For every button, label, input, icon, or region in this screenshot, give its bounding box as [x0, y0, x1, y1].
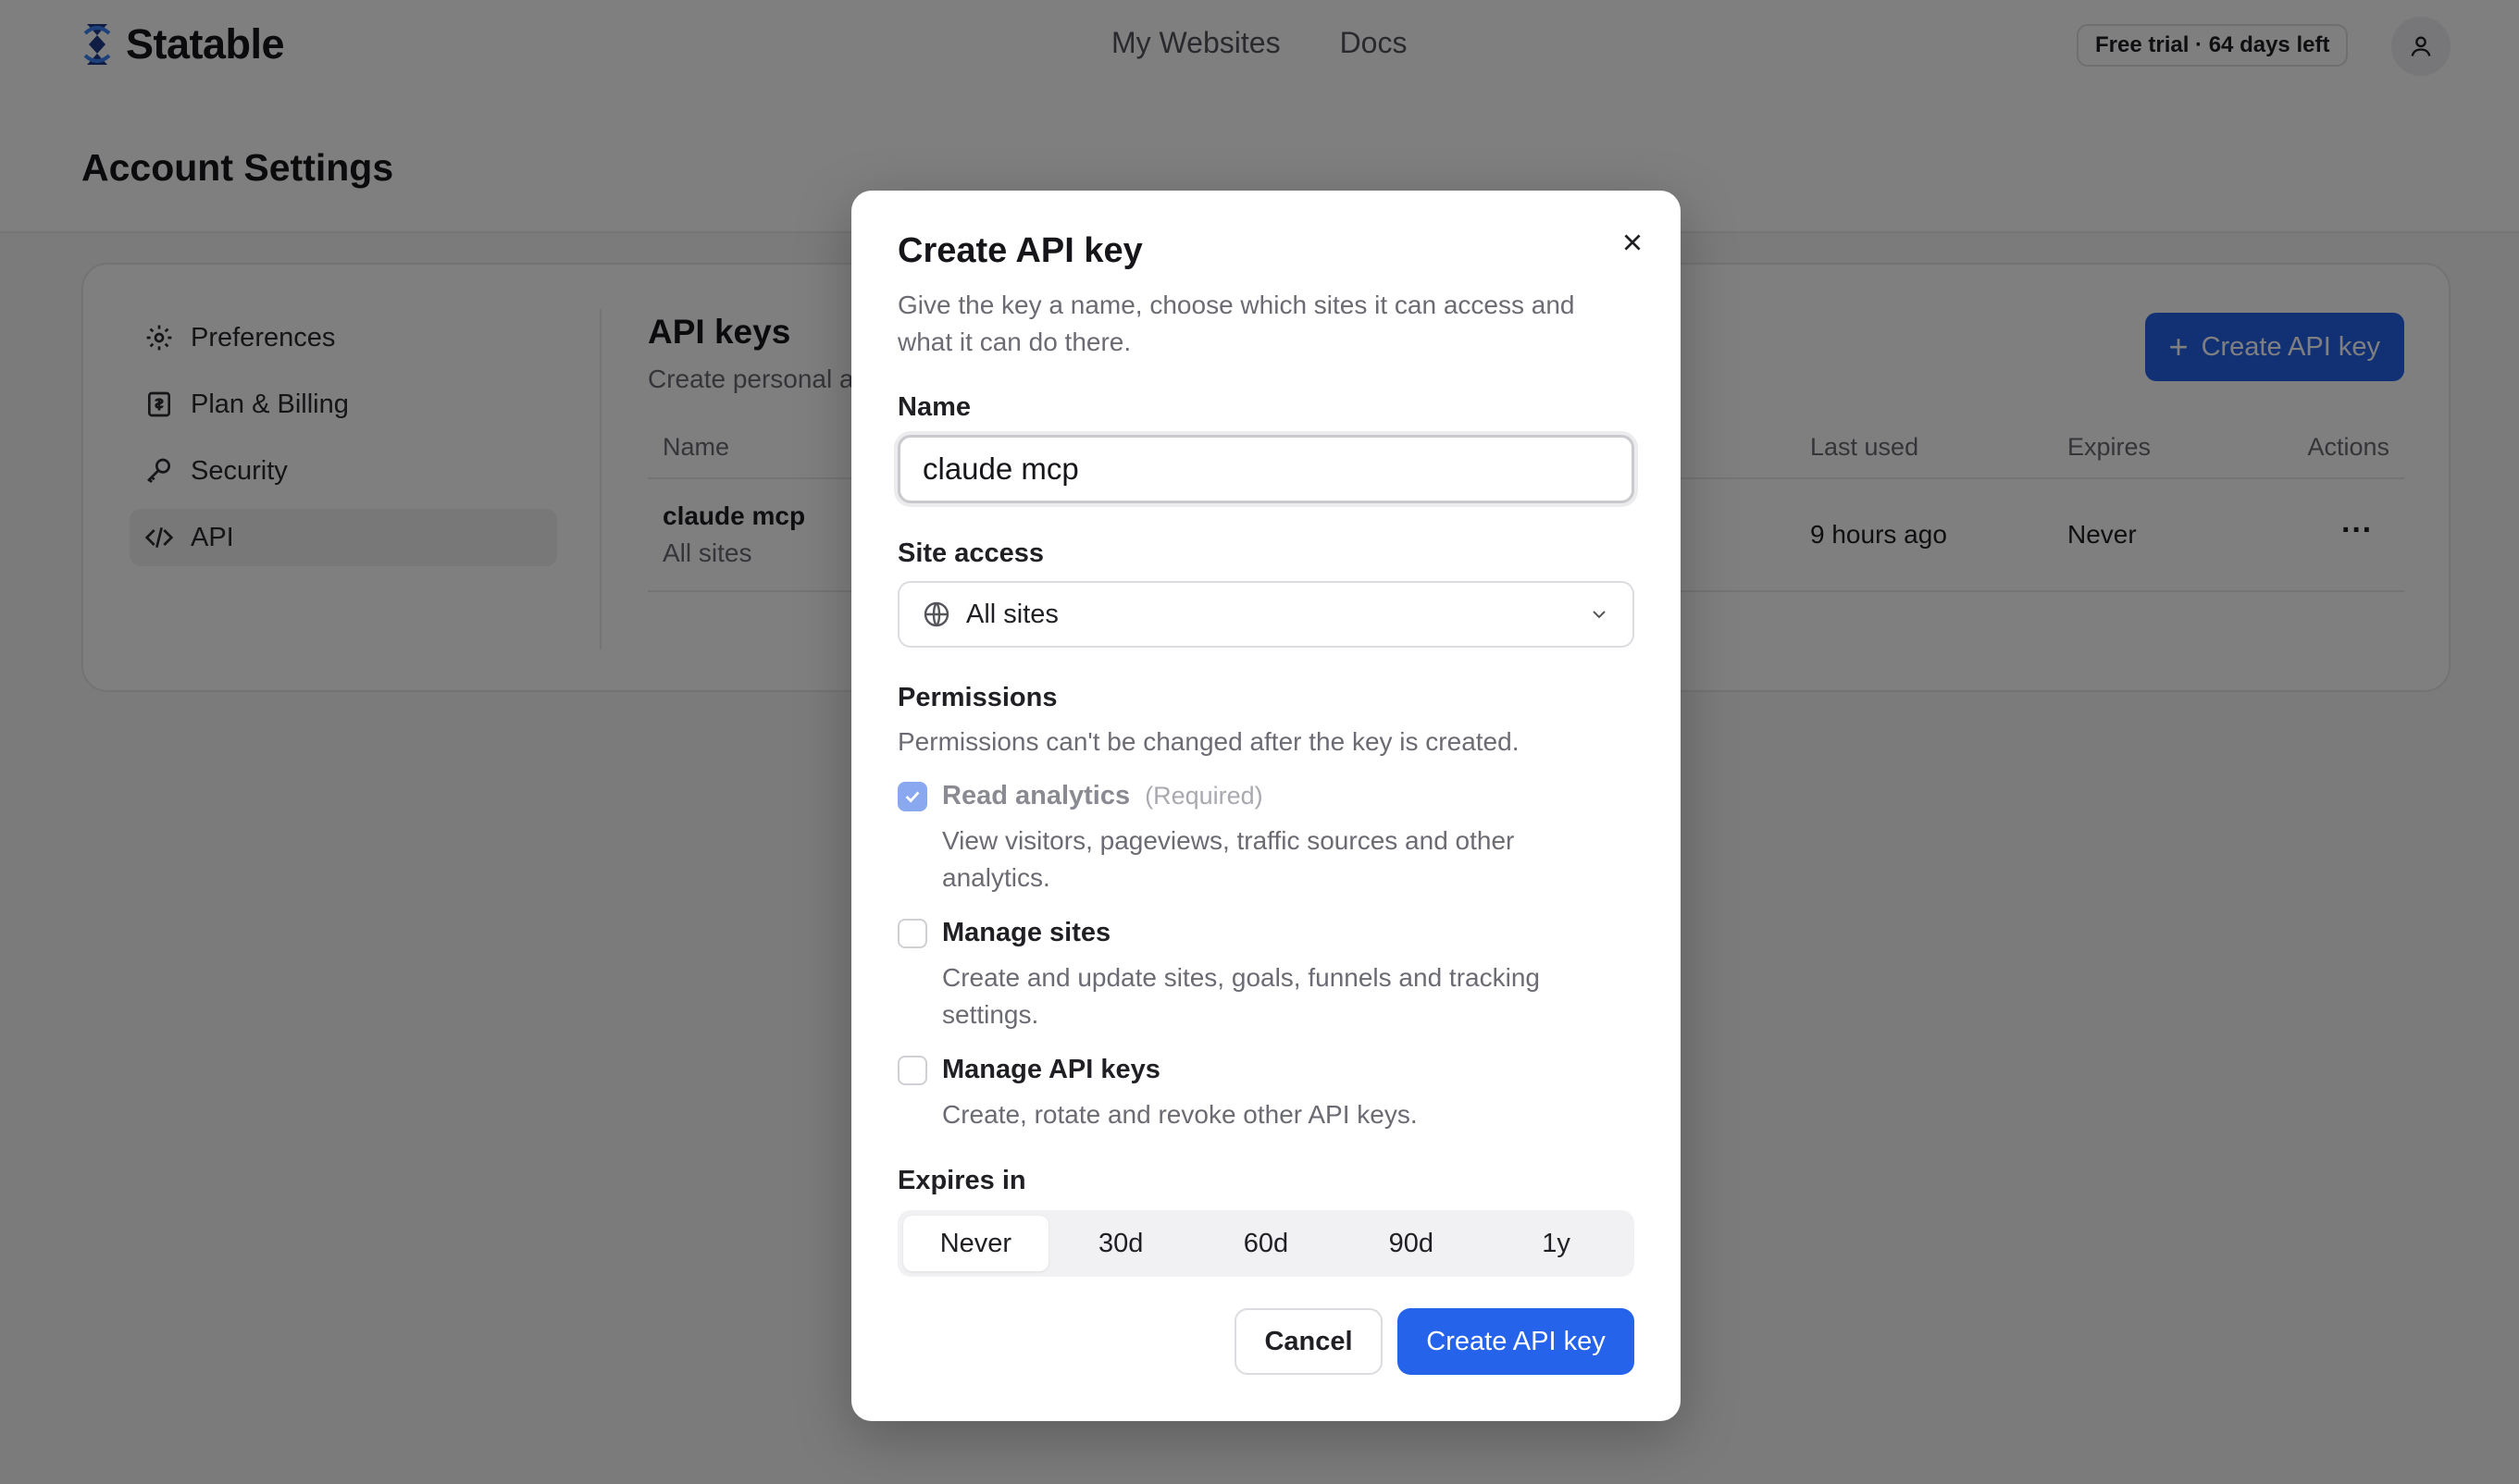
expires-option-90d[interactable]: 90d: [1338, 1216, 1483, 1271]
permission-name[interactable]: Manage API keys: [942, 1055, 1160, 1085]
globe-icon: [924, 601, 949, 627]
permission-name[interactable]: Manage sites: [942, 918, 1111, 948]
permission-manage-sites: Manage sites Create and update sites, go…: [898, 918, 1634, 1033]
site-access-value: All sites: [966, 599, 1059, 629]
create-api-key-dialog: Create API key Give the key a name, choo…: [851, 191, 1681, 1421]
name-label: Name: [898, 392, 971, 422]
permission-description: Create, rotate and revoke other API keys…: [942, 1100, 1418, 1129]
site-access-label: Site access: [898, 538, 1045, 568]
manage-api-keys-checkbox[interactable]: [898, 1055, 927, 1085]
expires-option-never[interactable]: Never: [903, 1216, 1049, 1271]
manage-sites-checkbox[interactable]: [898, 918, 927, 948]
chevron-down-icon: [1593, 611, 1606, 619]
permission-description: Create and update sites, goals, funnels …: [942, 963, 1540, 1029]
permission-description: View visitors, pageviews, traffic source…: [942, 826, 1515, 892]
close-button[interactable]: [1612, 222, 1653, 263]
expires-option-60d[interactable]: 60d: [1194, 1216, 1339, 1271]
expires-segmented-control: Never 30d 60d 90d 1y: [898, 1210, 1634, 1277]
permissions-label: Permissions: [898, 683, 1058, 712]
expires-option-1y[interactable]: 1y: [1483, 1216, 1629, 1271]
dialog-description: Give the key a name, choose which sites …: [898, 291, 1575, 356]
site-access-select[interactable]: All sites: [898, 581, 1634, 648]
cancel-button[interactable]: Cancel: [1235, 1308, 1383, 1375]
expires-option-30d[interactable]: 30d: [1049, 1216, 1194, 1271]
permission-manage-api-keys: Manage API keys Create, rotate and revok…: [898, 1055, 1634, 1133]
dialog-title: Create API key: [898, 231, 1143, 270]
permission-name: Read analytics: [942, 781, 1131, 810]
name-input[interactable]: [898, 435, 1634, 503]
required-tag: (Required): [1145, 782, 1263, 810]
read-analytics-checkbox[interactable]: [898, 781, 927, 811]
close-icon: [1624, 234, 1641, 251]
create-api-key-submit-button[interactable]: Create API key: [1397, 1308, 1634, 1375]
check-icon: [905, 790, 920, 803]
expires-label: Expires in: [898, 1166, 1026, 1195]
permissions-note: Permissions can't be changed after the k…: [898, 727, 1520, 756]
permission-read-analytics: Read analytics (Required) View visitors,…: [898, 781, 1634, 897]
